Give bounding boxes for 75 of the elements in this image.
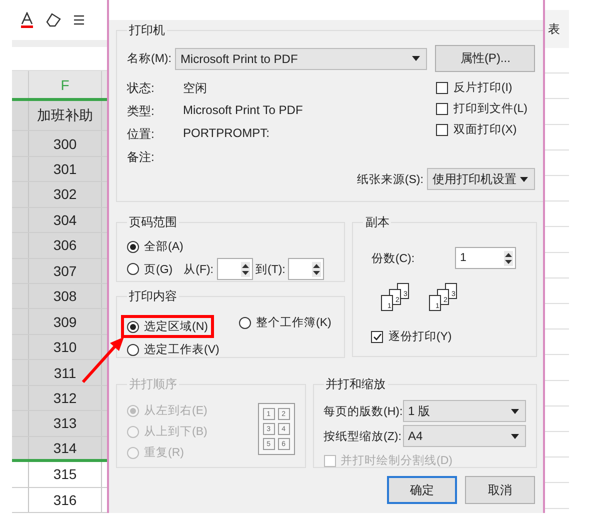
field-label: 每页的版数(H): xyxy=(324,404,403,418)
table-cell: 306 xyxy=(28,233,102,258)
table-cell: 311 xyxy=(28,360,102,385)
radio-label[interactable]: 选定工作表(V) xyxy=(144,342,220,357)
cancel-button[interactable]: 取消 xyxy=(465,476,535,504)
table-cell: 308 xyxy=(28,284,102,308)
ok-button[interactable]: 确定 xyxy=(387,476,457,504)
group-title: 并打和缩放 xyxy=(324,376,387,393)
spinner-arrows[interactable] xyxy=(312,262,322,276)
field-label: 份数(C): xyxy=(371,252,415,266)
table-cell: 310 xyxy=(28,334,102,360)
dropdown-caret-icon xyxy=(520,176,528,182)
checkbox[interactable] xyxy=(436,102,448,114)
table-cell: 301 xyxy=(28,156,102,182)
info-value: 空闲 xyxy=(183,80,208,97)
field-label: 从(F): xyxy=(184,262,214,276)
radio-button[interactable] xyxy=(127,263,139,275)
spinner-arrows[interactable] xyxy=(240,262,250,276)
field-label: 名称(M): xyxy=(127,52,172,66)
to-page-field[interactable] xyxy=(288,258,324,280)
field-label: 按纸型缩放(Z): xyxy=(324,430,402,444)
font-color-icon[interactable] xyxy=(20,12,34,28)
printer-dropdown[interactable]: Microsoft Print to PDF xyxy=(175,48,428,70)
info-label: 类型: xyxy=(127,103,156,120)
table-cell: 312 xyxy=(28,386,102,410)
table-cell: 315 xyxy=(28,462,102,487)
dropdown-caret-icon xyxy=(412,56,420,61)
dropdown-caret-icon xyxy=(511,434,519,438)
eraser-icon[interactable] xyxy=(46,12,62,27)
dropdown[interactable]: A4 xyxy=(403,425,526,447)
field-label: 纸张来源(S): xyxy=(356,172,424,186)
group-title: 打印机 xyxy=(128,22,166,39)
group-title: 并打顺序 xyxy=(128,376,178,393)
radio-button[interactable] xyxy=(127,320,139,332)
properties-button[interactable]: 属性(P)... xyxy=(435,45,536,72)
paper-source-dropdown[interactable]: 使用打印机设置 xyxy=(427,168,536,190)
checkbox-label[interactable]: 打印到文件(L) xyxy=(453,101,528,116)
checkbox[interactable] xyxy=(371,330,384,342)
column-label: 表 xyxy=(548,20,560,38)
checkbox[interactable] xyxy=(436,82,448,94)
copies-field[interactable]: 1 xyxy=(455,247,516,269)
group-title: 副本 xyxy=(364,214,390,231)
radio-button[interactable] xyxy=(127,344,139,356)
dropdown[interactable]: 1 版 xyxy=(403,400,526,422)
radio-label[interactable]: 整个工作簿(K) xyxy=(256,315,332,330)
info-value: Microsoft Print To PDF xyxy=(183,103,303,119)
group-title: 页码范围 xyxy=(128,214,178,231)
radio-button[interactable] xyxy=(239,316,251,328)
radio-button[interactable] xyxy=(127,240,139,252)
table-cell: 307 xyxy=(28,258,102,283)
table-cell: 313 xyxy=(28,411,102,436)
info-label: 备注: xyxy=(127,149,156,166)
radio-label[interactable]: 选定区域(N) xyxy=(144,319,208,334)
table-cell: 309 xyxy=(28,309,102,334)
info-label: 位置: xyxy=(127,126,156,143)
field-label: 到(T): xyxy=(256,262,286,276)
table-cell: 304 xyxy=(28,208,102,232)
checkbox-label[interactable]: 双面打印(X) xyxy=(453,122,517,137)
group-title: 打印内容 xyxy=(128,288,178,305)
radio-label[interactable]: 页(G) xyxy=(144,262,173,276)
info-label: 状态: xyxy=(127,80,156,97)
checkbox-label[interactable]: 逐份打印(Y) xyxy=(388,329,452,344)
table-cell: 300 xyxy=(28,131,102,156)
spinner-arrows[interactable] xyxy=(504,250,513,266)
checkbox[interactable] xyxy=(436,124,448,136)
checkbox-label[interactable]: 反片打印(I) xyxy=(453,80,512,95)
radio-label[interactable]: 全部(A) xyxy=(144,239,184,254)
table-cell: 加班补助 xyxy=(28,101,102,130)
info-value: PORTPROMPT: xyxy=(183,126,270,142)
from-page-field[interactable] xyxy=(216,258,252,280)
table-cell: 314 xyxy=(28,436,102,460)
table-cell: 316 xyxy=(28,488,102,512)
dropdown-caret-icon xyxy=(511,408,519,414)
table-cell: 302 xyxy=(28,182,102,207)
align-icon[interactable] xyxy=(74,14,84,26)
